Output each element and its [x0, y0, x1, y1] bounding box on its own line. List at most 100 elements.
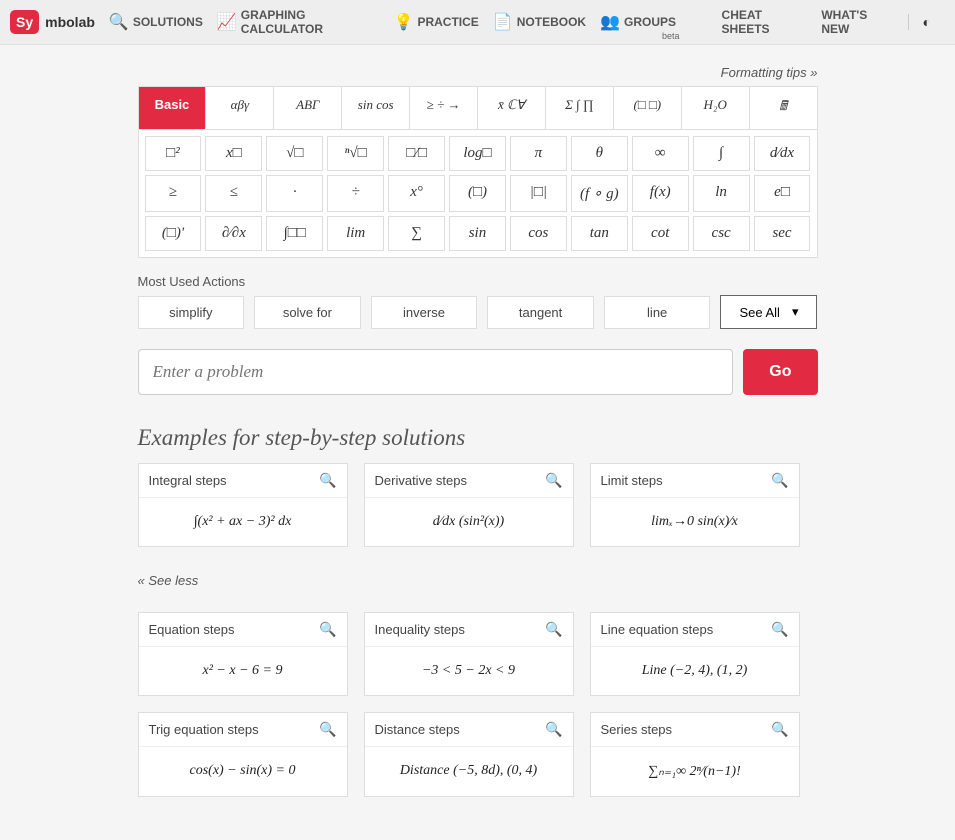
- example-card[interactable]: Derivative steps🔍d⁄dx (sin²(x)): [364, 463, 574, 547]
- example-expression: −3 < 5 − 2x < 9: [365, 647, 573, 695]
- keypad-key[interactable]: □⁄□: [388, 136, 445, 171]
- keypad-key[interactable]: sec: [754, 216, 811, 251]
- formatting-tips-link[interactable]: Formatting tips »: [138, 65, 818, 80]
- example-card[interactable]: Line equation steps 🔍 Line (−2, 4), (1, 2): [590, 612, 800, 696]
- tab-basic[interactable]: Basic: [139, 87, 207, 129]
- example-card[interactable]: Limit steps🔍limₓ→0 sin(x)⁄x: [590, 463, 800, 547]
- keypad-key[interactable]: lim: [327, 216, 384, 251]
- keypad-key[interactable]: ∫: [693, 136, 750, 171]
- see-less-link[interactable]: « See less: [138, 573, 818, 588]
- keypad-key[interactable]: f(x): [632, 175, 689, 212]
- example-title: Line equation steps: [601, 622, 714, 637]
- example-expression: ∑ₙ₌₁∞ 2ⁿ⁄(n−1)!: [591, 747, 799, 796]
- go-button[interactable]: Go: [743, 349, 817, 395]
- action-line[interactable]: line: [604, 296, 711, 329]
- action-inverse[interactable]: inverse: [371, 296, 478, 329]
- nav-groups[interactable]: 👥GROUPS: [600, 12, 676, 32]
- keypad-key[interactable]: tan: [571, 216, 628, 251]
- keypad-key[interactable]: ≥: [145, 175, 202, 212]
- keypad-key[interactable]: ln: [693, 175, 750, 212]
- nav-graphing[interactable]: 📈GRAPHING CALCULATOR: [217, 8, 380, 36]
- keypad-key[interactable]: csc: [693, 216, 750, 251]
- actions-row: simplify solve for inverse tangent line …: [138, 295, 818, 329]
- example-card[interactable]: Trig equation steps🔍cos(x) − sin(x) = 0: [138, 712, 348, 797]
- keypad-key[interactable]: ÷: [327, 175, 384, 212]
- keypad-key[interactable]: ∑: [388, 216, 445, 251]
- keypad-key[interactable]: cos: [510, 216, 567, 251]
- search-icon[interactable]: 🔍: [771, 621, 788, 638]
- keypad-key[interactable]: cot: [632, 216, 689, 251]
- example-expression: limₓ→0 sin(x)⁄x: [591, 498, 799, 546]
- keypad-key[interactable]: θ: [571, 136, 628, 171]
- tab-operators[interactable]: ≥ ÷ →: [410, 87, 478, 129]
- keypad: □²x□√□ⁿ√□□⁄□log□πθ∞∫d⁄dx ≥≤·÷x°(□)|□|(f ∘…: [138, 130, 818, 258]
- tab-sets[interactable]: x̄ ℂ∀: [478, 87, 546, 129]
- keypad-key[interactable]: sin: [449, 216, 506, 251]
- search-icon[interactable]: 🔍: [771, 472, 788, 489]
- group-icon: 👥: [600, 12, 620, 32]
- action-solve-for[interactable]: solve for: [254, 296, 361, 329]
- example-card[interactable]: Integral steps🔍∫(x² + ax − 3)² dx: [138, 463, 348, 547]
- keypad-key[interactable]: x°: [388, 175, 445, 212]
- search-icon[interactable]: 🔍: [319, 472, 336, 489]
- nav-graphing-label: GRAPHING CALCULATOR: [241, 8, 380, 36]
- beta-badge: beta: [662, 31, 680, 41]
- problem-input[interactable]: [138, 349, 734, 395]
- nav-solutions[interactable]: 🔍SOLUTIONS: [109, 12, 203, 32]
- example-title: Inequality steps: [375, 622, 465, 637]
- example-expression: Distance (−5, 8d), (0, 4): [365, 747, 573, 795]
- search-icon[interactable]: 🔍: [771, 721, 788, 738]
- example-card[interactable]: Series steps 🔍 ∑ₙ₌₁∞ 2ⁿ⁄(n−1)!: [590, 712, 800, 797]
- example-card[interactable]: Equation steps🔍x² − x − 6 = 9: [138, 612, 348, 696]
- keypad-key[interactable]: d⁄dx: [754, 136, 811, 171]
- keypad-key[interactable]: √□: [266, 136, 323, 171]
- tab-calculus[interactable]: Σ ∫ ∏: [546, 87, 614, 129]
- logo-box[interactable]: Sy: [10, 10, 39, 34]
- search-icon[interactable]: 🔍: [319, 721, 336, 738]
- example-expression: ∫(x² + ax − 3)² dx: [139, 498, 347, 546]
- keypad-key[interactable]: x□: [205, 136, 262, 171]
- example-card[interactable]: Inequality steps 🔍 −3 < 5 − 2x < 9: [364, 612, 574, 696]
- keypad-key[interactable]: ∂⁄∂x: [205, 216, 262, 251]
- keypad-key[interactable]: ·: [266, 175, 323, 212]
- nav-practice[interactable]: 💡PRACTICE: [394, 12, 479, 32]
- see-all-button[interactable]: See All▾: [720, 295, 817, 329]
- nav-notebook[interactable]: 📄NOTEBOOK: [493, 12, 586, 32]
- keypad-key[interactable]: (□)': [145, 216, 202, 251]
- tab-greek-lower[interactable]: αβγ: [206, 87, 274, 129]
- keypad-key[interactable]: ⁿ√□: [327, 136, 384, 171]
- action-simplify[interactable]: simplify: [138, 296, 245, 329]
- keypad-key[interactable]: (f ∘ g): [571, 175, 628, 212]
- lightbulb-icon: 💡: [394, 12, 414, 32]
- keypad-key[interactable]: |□|: [510, 175, 567, 212]
- search-icon[interactable]: 🔍: [319, 621, 336, 638]
- tab-matrix[interactable]: (□ □): [614, 87, 682, 129]
- tab-calculator[interactable]: 🖩: [750, 87, 817, 129]
- tab-trig[interactable]: sin cos: [342, 87, 410, 129]
- nav-cheat-sheets[interactable]: CHEAT SHEETS: [722, 8, 808, 36]
- tab-greek-upper[interactable]: ABΓ: [274, 87, 342, 129]
- logo-rest[interactable]: mbolab: [45, 14, 95, 30]
- keypad-key[interactable]: ∫□□: [266, 216, 323, 251]
- theme-toggle-icon[interactable]: ◐: [908, 14, 945, 30]
- keypad-key[interactable]: π: [510, 136, 567, 171]
- keypad-key[interactable]: □²: [145, 136, 202, 171]
- tab-chemistry[interactable]: H₂O: [682, 87, 750, 129]
- examples-title: Examples for step-by-step solutions: [138, 425, 818, 451]
- search-icon[interactable]: 🔍: [545, 721, 562, 738]
- keypad-key[interactable]: ≤: [205, 175, 262, 212]
- keypad-tabs: Basic αβγ ABΓ sin cos ≥ ÷ → x̄ ℂ∀ Σ ∫ ∏ …: [138, 86, 818, 130]
- example-expression: x² − x − 6 = 9: [139, 647, 347, 695]
- search-icon[interactable]: 🔍: [545, 621, 562, 638]
- example-card[interactable]: Distance steps🔍Distance (−5, 8d), (0, 4): [364, 712, 574, 797]
- search-icon[interactable]: 🔍: [545, 472, 562, 489]
- keypad-key[interactable]: (□): [449, 175, 506, 212]
- keypad-key[interactable]: log□: [449, 136, 506, 171]
- keypad-key[interactable]: e□: [754, 175, 811, 212]
- see-all-label: See All: [739, 305, 779, 320]
- nav-whats-new[interactable]: WHAT'S NEW: [821, 8, 893, 36]
- action-tangent[interactable]: tangent: [487, 296, 594, 329]
- example-title: Series steps: [601, 722, 673, 737]
- example-expression: Line (−2, 4), (1, 2): [591, 647, 799, 695]
- keypad-key[interactable]: ∞: [632, 136, 689, 171]
